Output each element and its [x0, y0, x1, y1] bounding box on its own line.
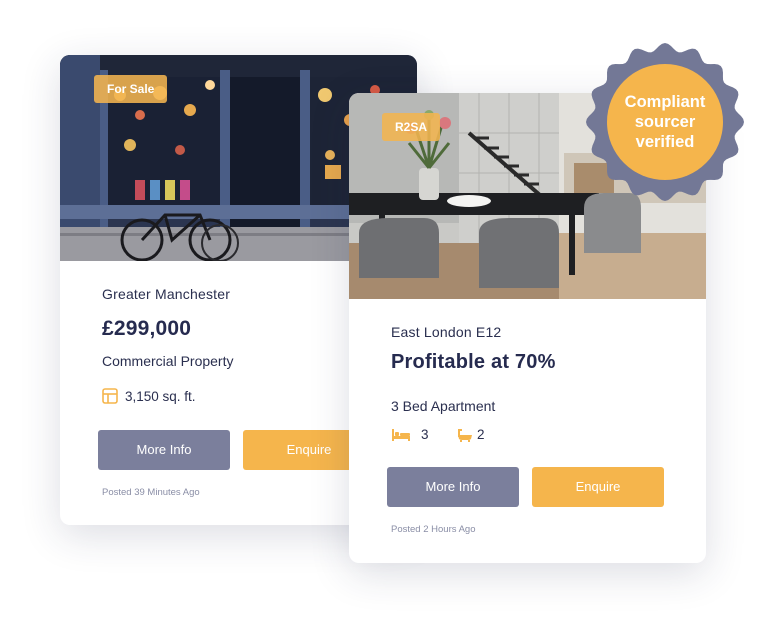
badge-line: Compliant — [624, 93, 706, 111]
bedrooms-feature: 3 — [391, 427, 429, 442]
more-info-button[interactable]: More Info — [387, 467, 519, 507]
property-price: £299,000 — [102, 317, 192, 340]
posted-time: Posted 39 Minutes Ago — [102, 487, 200, 498]
property-yield: Profitable at 70% — [391, 351, 556, 373]
area-value: 3,150 sq. ft. — [125, 388, 196, 404]
compliant-sourcer-badge: Compliant sourcer verified — [586, 42, 744, 202]
area-feature: 3,150 sq. ft. — [102, 388, 196, 404]
floorplan-icon — [102, 388, 118, 404]
more-info-button[interactable]: More Info — [98, 430, 230, 470]
bathrooms-feature: 2 — [457, 427, 485, 442]
badge-line: verified — [635, 133, 695, 151]
property-location: East London E12 — [391, 324, 502, 340]
bedrooms-count: 3 — [421, 427, 429, 442]
bathtub-icon — [457, 428, 473, 442]
property-type: 3 Bed Apartment — [391, 398, 496, 414]
property-location: Greater Manchester — [102, 286, 231, 302]
listing-tag: For Sale — [94, 75, 168, 103]
property-type: Commercial Property — [102, 353, 234, 369]
posted-time: Posted 2 Hours Ago — [391, 524, 476, 535]
bed-icon — [391, 428, 411, 442]
bathrooms-count: 2 — [477, 427, 485, 442]
enquire-button[interactable]: Enquire — [532, 467, 664, 507]
listing-cards-stage: For Sale Greater Manchester £299,000 Com… — [0, 0, 767, 629]
badge-text: Compliant sourcer verified — [586, 92, 744, 152]
listing-tag: R2SA — [382, 113, 441, 141]
badge-line: sourcer — [634, 113, 696, 131]
